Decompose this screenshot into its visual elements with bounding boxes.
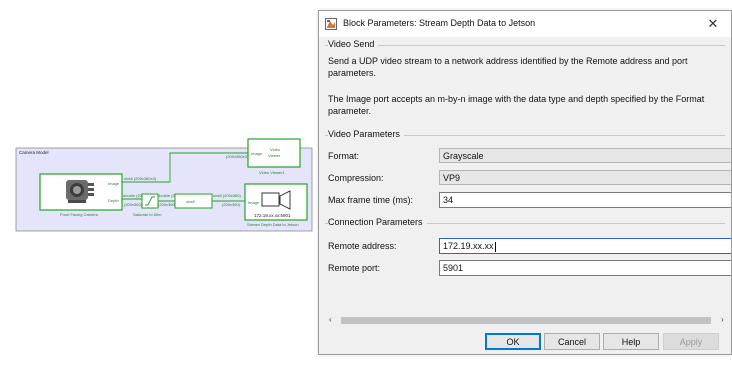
uint8-block-text: uint8 bbox=[186, 199, 195, 204]
signal-label-uint8-top: uint8 (200x360) bbox=[213, 193, 241, 198]
remote-address-value: 172.19.xx.xx bbox=[443, 241, 494, 251]
compression-label: Compression: bbox=[328, 173, 384, 183]
max-frame-time-input[interactable]: 34 bbox=[439, 192, 731, 208]
stream-port-image: Image bbox=[248, 200, 260, 205]
horizontal-scrollbar[interactable]: ‹ › bbox=[329, 314, 729, 326]
remote-address-label: Remote address: bbox=[328, 241, 397, 251]
section-connection-parameters: Connection Parameters bbox=[328, 217, 427, 227]
camera-port-image: Image bbox=[108, 181, 120, 186]
camera-block[interactable]: Image Depth bbox=[39, 173, 123, 211]
video-camera-icon bbox=[261, 190, 291, 210]
viewer-port-image: Image bbox=[251, 151, 263, 156]
apply-button[interactable]: Apply bbox=[663, 333, 719, 350]
camera-block-label: Front Facing Camera bbox=[60, 212, 99, 217]
section-video-parameters: Video Parameters bbox=[328, 129, 404, 139]
text-caret bbox=[494, 241, 496, 252]
remote-port-input[interactable]: 5901 bbox=[439, 260, 731, 276]
help-button[interactable]: Help bbox=[603, 333, 659, 350]
stream-block-label: Stream Depth Data to Jetson bbox=[247, 222, 299, 227]
block-parameters-dialog: Block Parameters: Stream Depth Data to J… bbox=[318, 10, 732, 355]
group-divider-video-send bbox=[325, 45, 725, 47]
close-icon[interactable]: ✕ bbox=[703, 14, 723, 34]
subsystem-title: Camera Model bbox=[19, 150, 49, 155]
camera-port-depth: Depth bbox=[108, 198, 119, 203]
description-2: The Image port accepts an m-by-n image w… bbox=[328, 94, 705, 116]
saturate-block-label: Saturate to 80m bbox=[133, 212, 162, 217]
dialog-title: Block Parameters: Stream Depth Data to J… bbox=[343, 18, 536, 28]
description-1: Send a UDP video stream to a network add… bbox=[328, 56, 688, 78]
signal-label-uint8-bottom: (200x360) bbox=[222, 202, 241, 207]
scroll-right-icon[interactable]: › bbox=[721, 314, 724, 326]
remote-address-input[interactable]: 172.19.xx.xx bbox=[439, 238, 731, 254]
signal-label-depth-bottom2: (200x360) bbox=[158, 202, 177, 207]
signal-label-depth-bottom1: (200x360) bbox=[124, 202, 143, 207]
simulink-block-icon bbox=[325, 18, 337, 30]
uint8-convert-block[interactable]: uint8 bbox=[174, 193, 213, 209]
cancel-button[interactable]: Cancel bbox=[544, 333, 600, 350]
saturate-block[interactable] bbox=[141, 193, 159, 209]
signal-label-image-top: uint8 (200x360x3) bbox=[124, 176, 157, 181]
scrollbar-thumb[interactable] bbox=[341, 317, 711, 324]
format-label: Format: bbox=[328, 151, 360, 161]
viewer-text-2: Viewer bbox=[268, 153, 281, 158]
dialog-body: Video Send Send a UDP video stream to a … bbox=[319, 37, 731, 327]
stream-block[interactable]: Image 172.19.xx.xx:5901 bbox=[244, 183, 308, 221]
scroll-left-icon[interactable]: ‹ bbox=[329, 314, 332, 326]
signal-label-image-bottom: (200x360x3) bbox=[226, 154, 249, 159]
video-viewer-label: Video Viewer1 bbox=[259, 170, 285, 175]
video-viewer-block[interactable]: Image Video Viewer bbox=[247, 138, 301, 168]
viewer-text-1: Video bbox=[270, 147, 281, 152]
stream-address: 172.19.xx.xx:5901 bbox=[254, 213, 291, 218]
max-frame-time-label: Max frame time (ms): bbox=[328, 195, 414, 205]
ok-button[interactable]: OK bbox=[485, 333, 541, 350]
compression-select[interactable]: VP9 bbox=[439, 170, 731, 185]
remote-port-label: Remote port: bbox=[328, 263, 381, 273]
dialog-titlebar[interactable]: Block Parameters: Stream Depth Data to J… bbox=[319, 11, 731, 37]
section-video-send: Video Send bbox=[328, 39, 379, 49]
format-select[interactable]: Grayscale bbox=[439, 148, 731, 163]
